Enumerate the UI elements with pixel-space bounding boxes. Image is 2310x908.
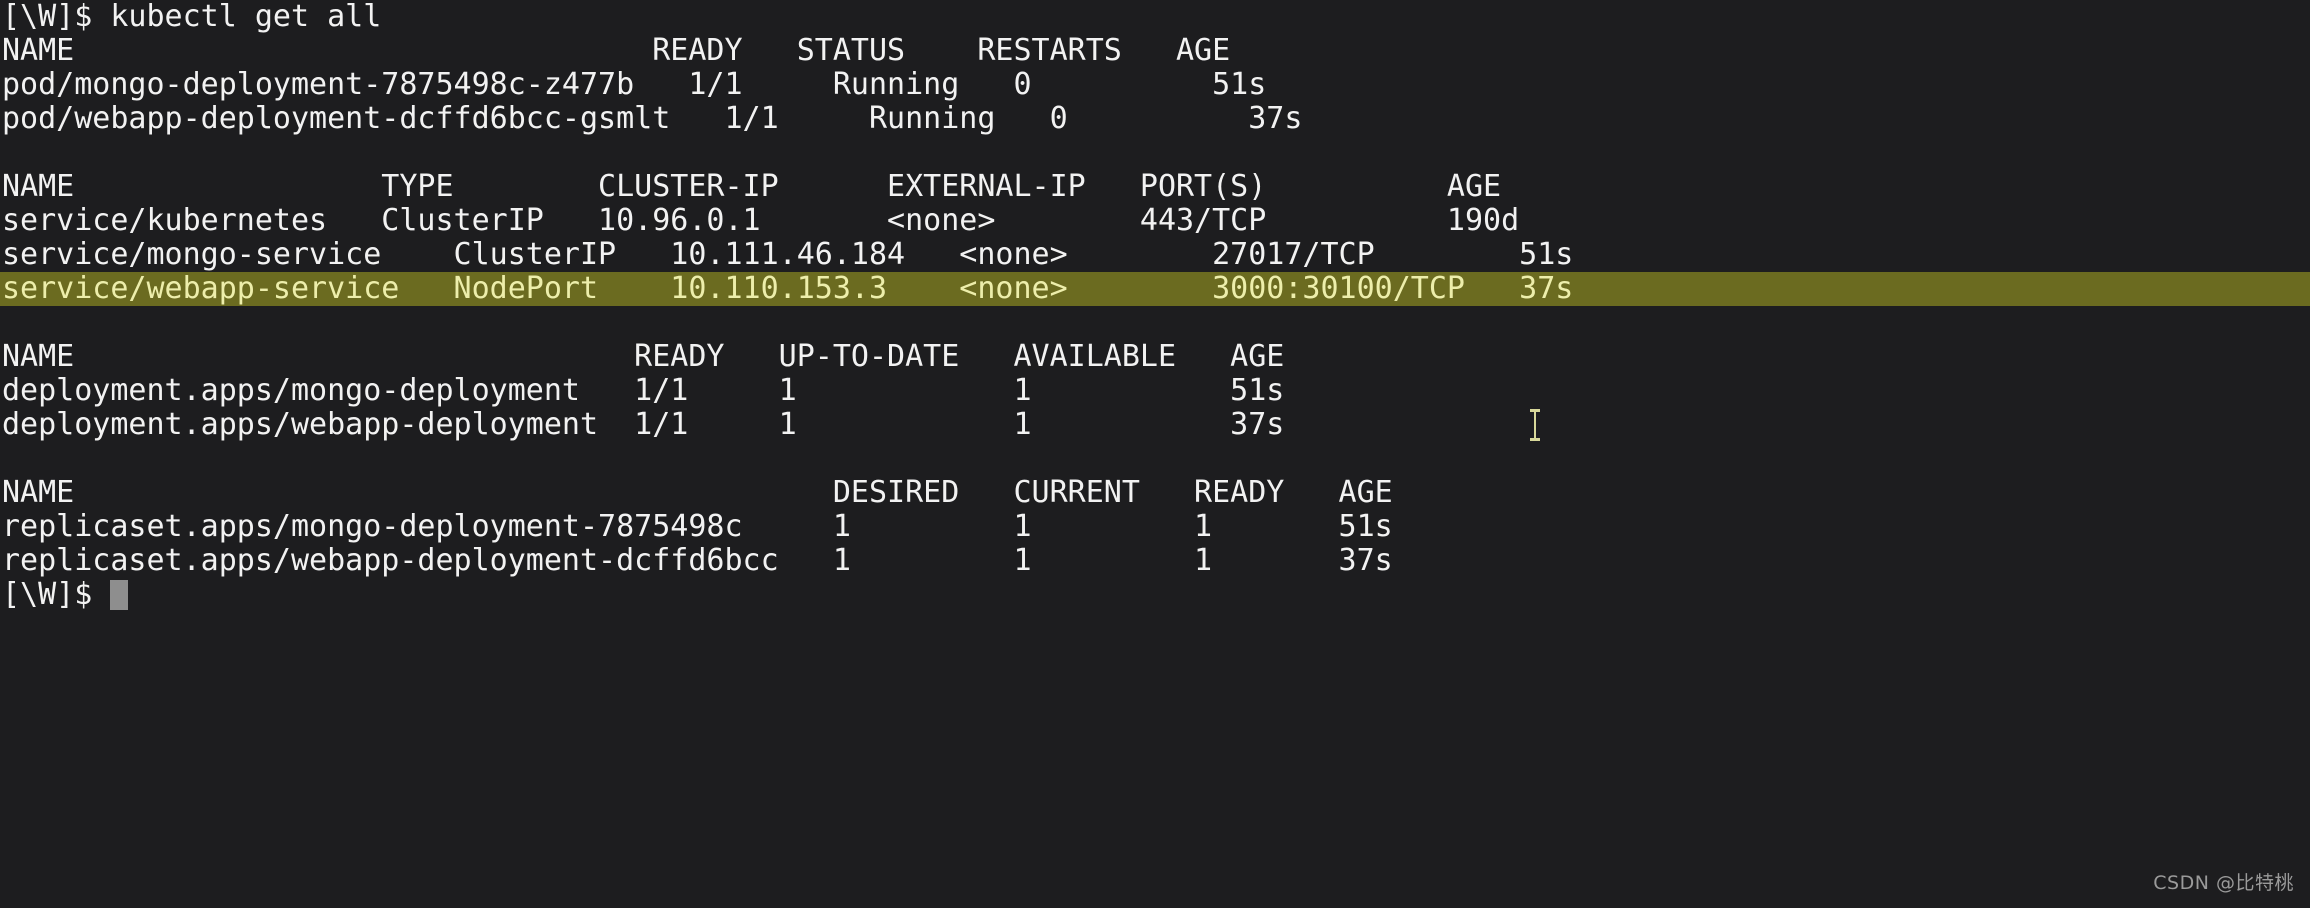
pods-table-header: NAME READY STATUS RESTARTS AGE (2, 33, 1231, 68)
table-row: service/mongo-service ClusterIP 10.111.4… (2, 237, 1574, 272)
command-line: [\W]$ kubectl get all (2, 0, 382, 34)
table-row: pod/webapp-deployment-dcffd6bcc-gsmlt 1/… (2, 101, 1303, 136)
terminal-window[interactable]: [\W]$ kubectl get all NAME READY STATUS … (0, 0, 2310, 908)
table-row: replicaset.apps/mongo-deployment-7875498… (2, 509, 1393, 544)
table-row: service/kubernetes ClusterIP 10.96.0.1 <… (2, 203, 1520, 238)
deployments-table-header: NAME READY UP-TO-DATE AVAILABLE AGE (2, 339, 1285, 374)
shell-prompt: [\W]$ (2, 577, 111, 612)
table-row: pod/mongo-deployment-7875498c-z477b 1/1 … (2, 67, 1267, 102)
prompt-line[interactable]: [\W]$ (0, 578, 2310, 612)
replicasets-table-header: NAME DESIRED CURRENT READY AGE (2, 475, 1393, 510)
text-cursor-block (110, 580, 129, 610)
table-row: deployment.apps/webapp-deployment 1/1 1 … (2, 407, 1285, 442)
services-table-header: NAME TYPE CLUSTER-IP EXTERNAL-IP PORT(S)… (2, 169, 1502, 204)
table-row: replicaset.apps/webapp-deployment-dcffd6… (2, 543, 1393, 578)
table-row: deployment.apps/mongo-deployment 1/1 1 1… (2, 373, 1285, 408)
watermark: CSDN @比特桃 (2153, 872, 2294, 894)
table-row-selected[interactable]: service/webapp-service NodePort 10.110.1… (0, 272, 2310, 306)
